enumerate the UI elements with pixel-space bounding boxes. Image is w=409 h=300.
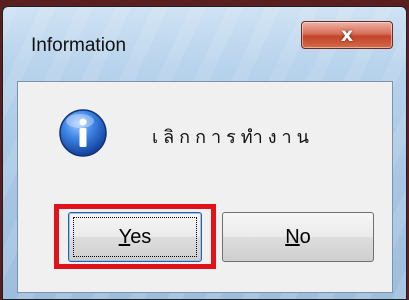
title-bar[interactable]: Information x — [3, 7, 406, 81]
dialog-body: เลิกการทำงาน Yes No — [17, 81, 393, 293]
dialog-window: Information x เลิกการทำงาน Yes No — [2, 6, 407, 300]
message-text: เลิกการทำงาน — [152, 127, 314, 148]
focus-rectangle — [73, 217, 197, 257]
no-button-label: No — [285, 225, 311, 248]
no-button[interactable]: No — [222, 212, 374, 262]
dialog-title: Information — [31, 35, 127, 56]
info-icon — [59, 109, 107, 157]
close-button[interactable]: x — [301, 21, 393, 49]
close-icon: x — [340, 24, 354, 46]
yes-button[interactable]: Yes — [68, 212, 202, 262]
